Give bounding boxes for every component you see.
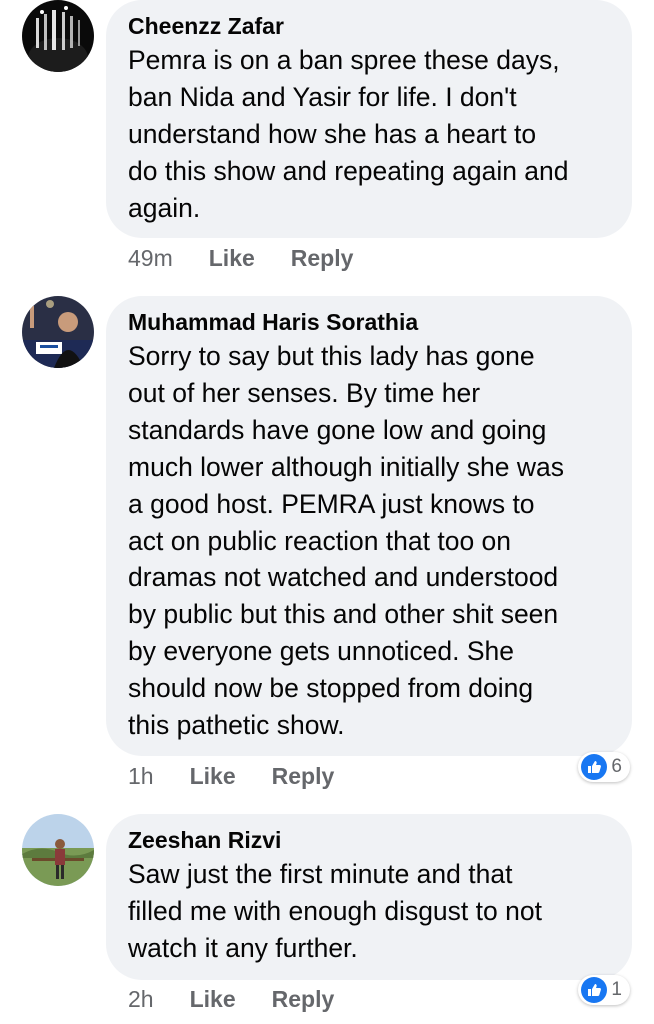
- comment-text: Sorry to say but this lady has gone out …: [128, 341, 564, 741]
- reply-button[interactable]: Reply: [272, 986, 335, 1013]
- reply-button[interactable]: Reply: [272, 763, 335, 790]
- reaction-count: 6: [611, 756, 622, 777]
- like-button[interactable]: Like: [209, 245, 255, 272]
- comment-actions: 2h Like Reply: [128, 984, 334, 1014]
- comment-timestamp[interactable]: 49m: [128, 245, 173, 272]
- profile-photo-icon: [22, 0, 94, 72]
- profile-photo-icon: [22, 296, 94, 368]
- comment-bubble: Zeeshan Rizvi Saw just the first minute …: [106, 814, 632, 980]
- comment-bubble: Cheenzz Zafar Pemra is on a ban spree th…: [106, 0, 632, 238]
- reply-button[interactable]: Reply: [291, 245, 354, 272]
- thumbs-up-icon: [581, 754, 608, 780]
- comment-text: Pemra is on a ban spree these days, ban …: [128, 45, 569, 223]
- thumbs-up-icon: [581, 977, 608, 1003]
- like-button[interactable]: Like: [190, 986, 236, 1013]
- profile-photo-icon: [22, 814, 94, 886]
- reaction-summary[interactable]: 6: [578, 752, 630, 782]
- like-button[interactable]: Like: [190, 763, 236, 790]
- comment-thread: Cheenzz Zafar Pemra is on a ban spree th…: [0, 0, 654, 1024]
- comment-text: Saw just the first minute and that fille…: [128, 859, 542, 963]
- comment-actions: 49m Like Reply: [128, 243, 353, 273]
- comment-author[interactable]: Cheenzz Zafar: [128, 12, 612, 40]
- avatar[interactable]: [22, 296, 94, 368]
- reaction-count: 1: [611, 979, 622, 1000]
- comment-author[interactable]: Muhammad Haris Sorathia: [128, 308, 612, 336]
- comment-actions: 1h Like Reply: [128, 761, 334, 791]
- reaction-summary[interactable]: 1: [578, 975, 630, 1005]
- avatar[interactable]: [22, 814, 94, 886]
- comment-author[interactable]: Zeeshan Rizvi: [128, 826, 612, 854]
- avatar[interactable]: [22, 0, 94, 72]
- comment-timestamp[interactable]: 1h: [128, 763, 154, 790]
- comment-timestamp[interactable]: 2h: [128, 986, 154, 1013]
- comment-bubble: Muhammad Haris Sorathia Sorry to say but…: [106, 296, 632, 756]
